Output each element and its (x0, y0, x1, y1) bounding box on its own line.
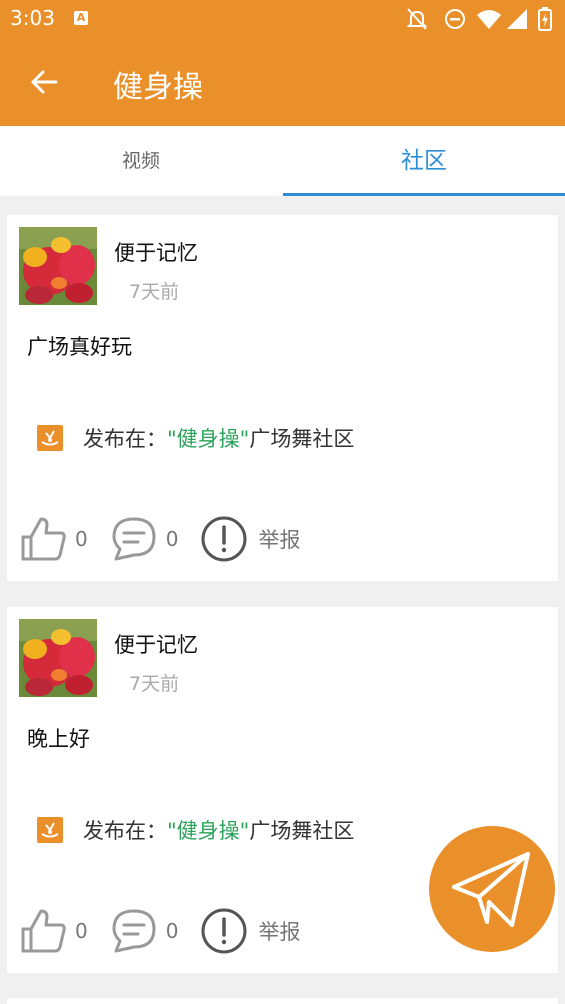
tab-bar: 视频 社区 (0, 126, 565, 196)
status-icons (406, 7, 552, 31)
like-button[interactable]: 0 (19, 907, 88, 955)
post-content: 晚上好 (27, 727, 90, 751)
comment-icon (112, 517, 156, 561)
author-name[interactable]: 便于记忆 (114, 237, 198, 267)
thumbs-up-icon (21, 909, 66, 953)
comment-button[interactable]: 0 (110, 907, 179, 955)
alert-icon (201, 516, 247, 562)
back-arrow-icon[interactable] (26, 64, 62, 100)
send-post-button[interactable] (429, 826, 555, 952)
wifi-icon (477, 10, 501, 29)
tab-video-label: 视频 (121, 150, 160, 172)
tab-community-label: 社区 (401, 148, 447, 174)
notifications-off-icon (406, 8, 428, 30)
post-card-partial (7, 998, 558, 1004)
posted-in[interactable]: 发布在： "健身操" 广场舞社区 (37, 815, 354, 845)
status-time: 3:03 (10, 6, 55, 30)
do-not-disturb-icon (445, 9, 465, 29)
posted-tag: "健身操" (167, 427, 250, 451)
thumbs-up-icon (21, 517, 66, 561)
comment-icon (112, 909, 156, 953)
a-badge-icon: A (74, 11, 88, 25)
post-content: 广场真好玩 (27, 335, 132, 359)
like-count: 0 (75, 919, 88, 943)
avatar[interactable] (19, 619, 97, 697)
report-button[interactable]: 举报 (200, 907, 300, 955)
posted-suffix: 广场舞社区 (249, 427, 355, 451)
post-time: 7天前 (129, 673, 180, 695)
report-button[interactable]: 举报 (200, 515, 300, 563)
alert-icon (201, 908, 247, 954)
post-card: 便于记忆 7天前 广场真好玩 发布在： "健身操" 广场舞社区 0 0 举报 (7, 215, 558, 581)
post-actions: 0 0 举报 (19, 515, 322, 563)
avatar-image (19, 227, 97, 305)
post-time: 7天前 (129, 281, 180, 303)
posted-tag: "健身操" (167, 819, 250, 843)
comment-count: 0 (165, 919, 179, 943)
like-count: 0 (75, 527, 88, 551)
status-bar: 3:03 A (0, 0, 565, 38)
comment-button[interactable]: 0 (110, 515, 179, 563)
author-name[interactable]: 便于记忆 (114, 629, 198, 659)
avatar-image (19, 619, 97, 697)
cell-signal-icon (507, 9, 527, 29)
tab-video[interactable]: 视频 (0, 126, 282, 196)
page-title: 健身操 (113, 70, 203, 105)
comment-count: 0 (165, 527, 179, 551)
report-label: 举报 (258, 528, 301, 552)
posted-prefix: 发布在： (83, 819, 167, 843)
posted-prefix: 发布在： (83, 427, 167, 451)
avatar[interactable] (19, 227, 97, 305)
community-icon (37, 425, 63, 451)
community-icon (37, 817, 63, 843)
tab-community[interactable]: 社区 (283, 126, 565, 196)
posted-suffix: 广场舞社区 (249, 819, 355, 843)
app-bar: 健身操 (0, 38, 565, 126)
battery-charging-icon (538, 7, 552, 31)
post-actions: 0 0 举报 (19, 907, 322, 955)
report-label: 举报 (258, 920, 301, 944)
like-button[interactable]: 0 (19, 515, 88, 563)
posted-in[interactable]: 发布在： "健身操" 广场舞社区 (37, 423, 354, 453)
send-icon (452, 852, 530, 927)
tab-indicator (283, 193, 565, 196)
